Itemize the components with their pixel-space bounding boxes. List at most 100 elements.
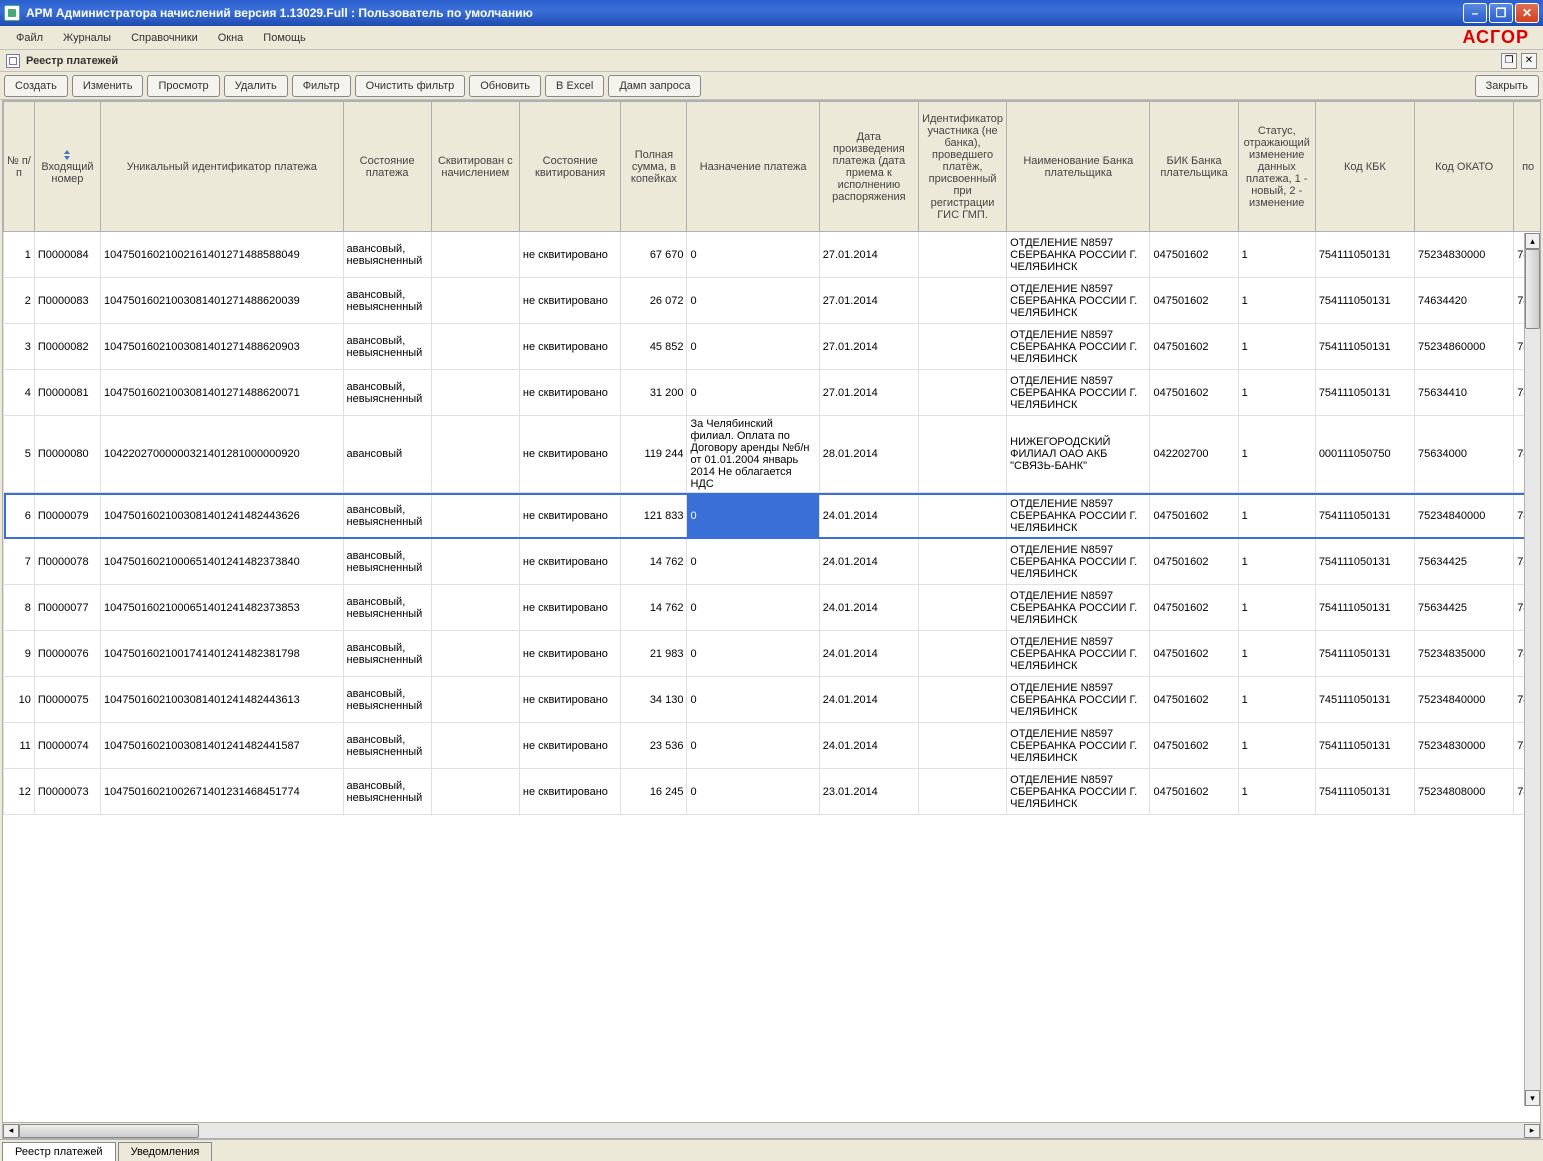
table-row[interactable]: 7П00000781047501602100065140124148237384… <box>4 539 1541 585</box>
cell-status[interactable]: 1 <box>1238 232 1315 278</box>
cell-in_no[interactable]: П0000082 <box>34 324 100 370</box>
cell-bik[interactable]: 047501602 <box>1150 370 1238 416</box>
cell-state[interactable]: авансовый, невыясненный <box>343 539 431 585</box>
cell-state[interactable]: авансовый, невыясненный <box>343 493 431 539</box>
cell-sum[interactable]: 26 072 <box>621 278 687 324</box>
cell-state[interactable]: авансовый, невыясненный <box>343 278 431 324</box>
cell-sum[interactable]: 45 852 <box>621 324 687 370</box>
cell-state[interactable]: авансовый, невыясненный <box>343 631 431 677</box>
filter-button[interactable]: Фильтр <box>292 75 351 97</box>
cell-kv_with[interactable] <box>431 723 519 769</box>
cell-bank[interactable]: ОТДЕЛЕНИЕ N8597 СБЕРБАНКА РОССИИ Г. ЧЕЛЯ… <box>1007 370 1150 416</box>
cell-uid[interactable]: 10475016021000651401241482373840 <box>101 539 344 585</box>
dump-button[interactable]: Дамп запроса <box>608 75 701 97</box>
cell-bik[interactable]: 047501602 <box>1150 585 1238 631</box>
cell-uid[interactable]: 10475016021000651401241482373853 <box>101 585 344 631</box>
cell-bik[interactable]: 047501602 <box>1150 539 1238 585</box>
cell-in_no[interactable]: П0000080 <box>34 416 100 493</box>
cell-kv_state[interactable]: не сквитировано <box>519 278 620 324</box>
cell-in_no[interactable]: П0000081 <box>34 370 100 416</box>
cell-purpose[interactable]: 0 <box>687 631 819 677</box>
cell-state[interactable]: авансовый, невыясненный <box>343 677 431 723</box>
cell-n[interactable]: 5 <box>4 416 35 493</box>
edit-button[interactable]: Изменить <box>72 75 144 97</box>
menu-windows[interactable]: Окна <box>208 29 254 47</box>
cell-bik[interactable]: 047501602 <box>1150 677 1238 723</box>
cell-purpose[interactable]: За Челябинский филиал. Оплата по Договор… <box>687 416 819 493</box>
cell-kbk[interactable]: 745111050131 <box>1315 677 1414 723</box>
cell-in_no[interactable]: П0000077 <box>34 585 100 631</box>
cell-n[interactable]: 11 <box>4 723 35 769</box>
cell-okato[interactable]: 75634425 <box>1415 585 1514 631</box>
cell-kbk[interactable]: 754111050131 <box>1315 493 1414 539</box>
cell-date[interactable]: 23.01.2014 <box>819 769 918 815</box>
cell-purpose[interactable]: 0 <box>687 723 819 769</box>
cell-kv_with[interactable] <box>431 278 519 324</box>
cell-uid[interactable]: 10475016021003081401271488620039 <box>101 278 344 324</box>
cell-date[interactable]: 24.01.2014 <box>819 677 918 723</box>
cell-part_id[interactable] <box>918 585 1006 631</box>
menu-file[interactable]: Файл <box>6 29 53 47</box>
cell-sum[interactable]: 23 536 <box>621 723 687 769</box>
cell-purpose[interactable]: 0 <box>687 278 819 324</box>
tab-notifications[interactable]: Уведомления <box>118 1142 213 1161</box>
cell-kv_with[interactable] <box>431 769 519 815</box>
cell-part_id[interactable] <box>918 493 1006 539</box>
column-header[interactable]: по <box>1514 102 1540 232</box>
close-panel-button[interactable]: Закрыть <box>1475 75 1539 97</box>
minimize-button[interactable]: – <box>1463 3 1487 23</box>
cell-okato[interactable]: 75234830000 <box>1415 723 1514 769</box>
cell-purpose[interactable]: 0 <box>687 324 819 370</box>
cell-n[interactable]: 7 <box>4 539 35 585</box>
cell-date[interactable]: 24.01.2014 <box>819 493 918 539</box>
cell-date[interactable]: 24.01.2014 <box>819 723 918 769</box>
cell-status[interactable]: 1 <box>1238 278 1315 324</box>
horizontal-scrollbar[interactable]: ◂ ▸ <box>3 1122 1540 1138</box>
close-window-button[interactable]: ✕ <box>1515 3 1539 23</box>
cell-kbk[interactable]: 754111050131 <box>1315 539 1414 585</box>
cell-date[interactable]: 24.01.2014 <box>819 539 918 585</box>
cell-in_no[interactable]: П0000079 <box>34 493 100 539</box>
cell-bank[interactable]: ОТДЕЛЕНИЕ N8597 СБЕРБАНКА РОССИИ Г. ЧЕЛЯ… <box>1007 769 1150 815</box>
cell-purpose[interactable]: 0 <box>687 769 819 815</box>
cell-sum[interactable]: 14 762 <box>621 585 687 631</box>
cell-status[interactable]: 1 <box>1238 370 1315 416</box>
cell-bik[interactable]: 047501602 <box>1150 631 1238 677</box>
cell-kv_with[interactable] <box>431 324 519 370</box>
cell-bank[interactable]: ОТДЕЛЕНИЕ N8597 СБЕРБАНКА РОССИИ Г. ЧЕЛЯ… <box>1007 677 1150 723</box>
cell-kv_with[interactable] <box>431 585 519 631</box>
cell-kv_with[interactable] <box>431 232 519 278</box>
cell-in_no[interactable]: П0000078 <box>34 539 100 585</box>
cell-kv_state[interactable]: не сквитировано <box>519 539 620 585</box>
cell-kbk[interactable]: 754111050131 <box>1315 631 1414 677</box>
cell-kv_state[interactable]: не сквитировано <box>519 324 620 370</box>
cell-status[interactable]: 1 <box>1238 416 1315 493</box>
cell-date[interactable]: 27.01.2014 <box>819 232 918 278</box>
cell-kbk[interactable]: 754111050131 <box>1315 278 1414 324</box>
cell-in_no[interactable]: П0000073 <box>34 769 100 815</box>
cell-bank[interactable]: ОТДЕЛЕНИЕ N8597 СБЕРБАНКА РОССИИ Г. ЧЕЛЯ… <box>1007 631 1150 677</box>
menu-help[interactable]: Помощь <box>253 29 316 47</box>
cell-status[interactable]: 1 <box>1238 539 1315 585</box>
cell-kv_with[interactable] <box>431 677 519 723</box>
cell-sum[interactable]: 119 244 <box>621 416 687 493</box>
cell-n[interactable]: 2 <box>4 278 35 324</box>
cell-uid[interactable]: 10475016021003081401271488620903 <box>101 324 344 370</box>
cell-kbk[interactable]: 754111050131 <box>1315 324 1414 370</box>
cell-part_id[interactable] <box>918 539 1006 585</box>
cell-bank[interactable]: ОТДЕЛЕНИЕ N8597 СБЕРБАНКА РОССИИ Г. ЧЕЛЯ… <box>1007 585 1150 631</box>
cell-okato[interactable]: 75634000 <box>1415 416 1514 493</box>
table-row[interactable]: 3П00000821047501602100308140127148862090… <box>4 324 1541 370</box>
column-header[interactable]: Состояние платежа <box>343 102 431 232</box>
cell-sum[interactable]: 21 983 <box>621 631 687 677</box>
cell-okato[interactable]: 74634420 <box>1415 278 1514 324</box>
cell-kbk[interactable]: 754111050131 <box>1315 370 1414 416</box>
cell-n[interactable]: 9 <box>4 631 35 677</box>
table-row[interactable]: 6П00000791047501602100308140124148244362… <box>4 493 1541 539</box>
table-row[interactable]: 9П00000761047501602100174140124148238179… <box>4 631 1541 677</box>
menu-journals[interactable]: Журналы <box>53 29 121 47</box>
cell-date[interactable]: 24.01.2014 <box>819 585 918 631</box>
column-header[interactable]: Идентификатор участника (не банка), пров… <box>918 102 1006 232</box>
delete-button[interactable]: Удалить <box>224 75 288 97</box>
tab-payments[interactable]: Реестр платежей <box>2 1142 116 1161</box>
